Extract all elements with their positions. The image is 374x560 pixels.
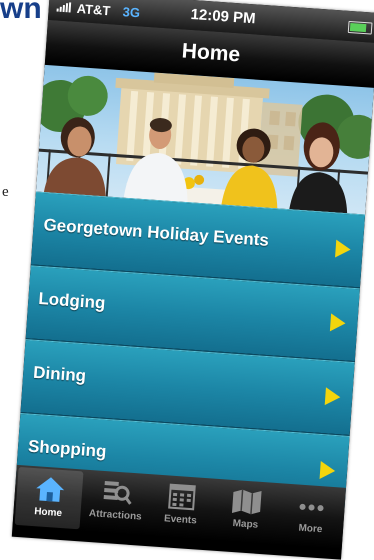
map-icon [232,489,262,515]
tab-label: Maps [232,518,259,531]
menu-item-label: Georgetown Holiday Events [42,215,270,250]
chevron-right-icon [319,461,336,481]
hero-image [35,64,374,215]
home-icon [35,477,64,502]
attractions-icon [103,481,132,505]
carrier-label: AT&T [76,0,111,19]
phone-screen: AT&T 3G 12:09 PM Home Georgetown Holiday… [11,0,374,560]
body-text-fragment: e [2,184,9,200]
tab-label: Events [163,513,198,527]
tab-label: Attractions [88,508,143,523]
more-icon [299,503,324,512]
menu-item-label: Lodging [37,288,106,313]
chevron-right-icon [329,313,347,333]
menu-item-label: Shopping [27,436,107,462]
tab-home[interactable]: Home [14,466,84,530]
battery-icon [347,20,373,35]
tab-maps[interactable]: Maps [212,479,281,545]
page-heading-fragment: wn [0,0,42,25]
signal-strength-icon [56,2,76,13]
tab-label: Home [33,506,63,520]
menu-item-label: Dining [32,362,87,386]
network-type-label: 3G [122,4,141,21]
main-menu: Georgetown Holiday Events Lodging Dining… [15,191,366,510]
hero-photo-illustration [35,72,374,214]
status-time: 12:09 PM [190,5,257,28]
tab-label: More [298,522,323,536]
calendar-icon [168,483,196,511]
tab-attractions[interactable]: Attractions [82,470,151,536]
chevron-right-icon [324,387,341,407]
tab-more[interactable]: More [277,483,346,549]
chevron-right-icon [335,239,352,259]
tab-events[interactable]: Events [147,474,216,540]
